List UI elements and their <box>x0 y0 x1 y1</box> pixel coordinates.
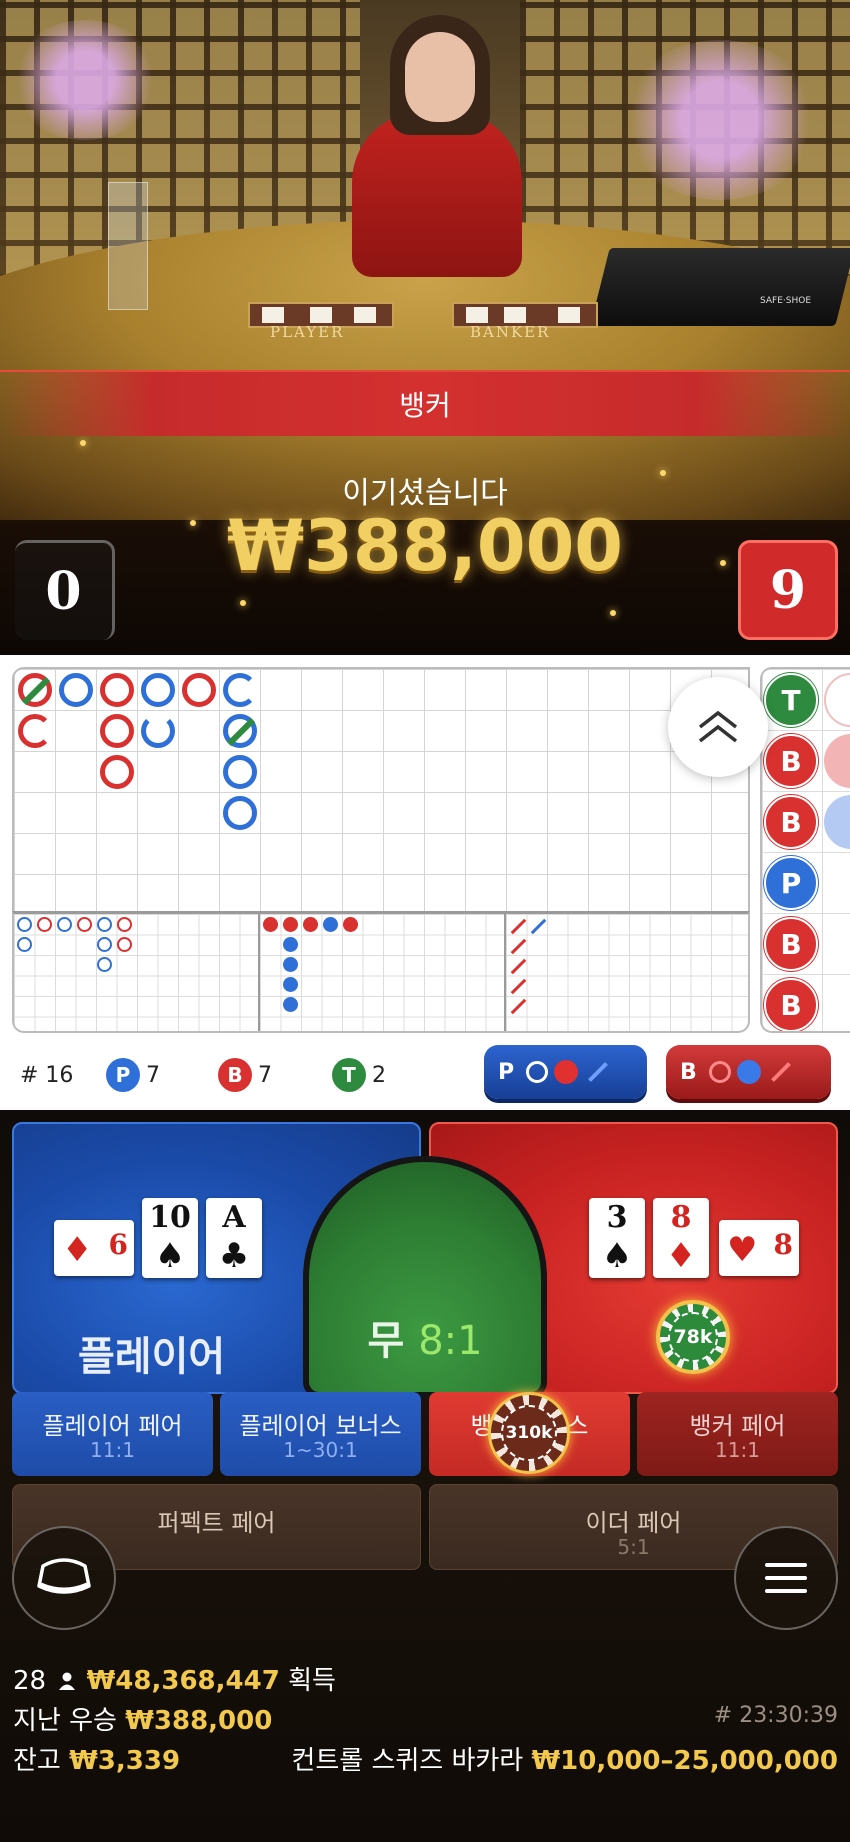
table-player-label: PLAYER <box>270 323 345 341</box>
tie-bet-label: 무 <box>367 1318 405 1364</box>
player-card-1: 10 ♠ <box>142 1198 198 1278</box>
bead-3: P <box>764 856 818 910</box>
bead-road[interactable]: T B B P B B <box>760 667 850 1033</box>
balance-info: 잔고 ₩3,339 <box>13 1746 181 1776</box>
player-bonus-bet[interactable]: 플레이어 보너스 1~30:1 <box>220 1392 421 1476</box>
live-video: SAFE·SHOE PLAYER BANKER 뱅커 이기셨습니다 ₩388,0… <box>0 0 850 655</box>
table-banker-label: BANKER <box>470 323 551 341</box>
hamburger-menu-icon <box>765 1563 807 1593</box>
blossom-branch <box>10 20 160 140</box>
user-icon <box>59 1672 76 1690</box>
balance-amount: ₩3,339 <box>69 1746 181 1776</box>
player-score: 0 <box>15 540 115 640</box>
players-info: 28 ₩48,368,447 획득 <box>13 1660 336 1697</box>
banker-chip: 78k <box>656 1300 730 1374</box>
big-road[interactable] <box>12 667 750 913</box>
blossom-branch <box>620 40 820 200</box>
side-bet-chip: 310k <box>488 1392 570 1474</box>
round-id: # 23:30:39 <box>713 1703 838 1728</box>
player-count: 28 <box>13 1666 47 1696</box>
slash-icon <box>588 1062 609 1082</box>
banker-pair-bet[interactable]: 뱅커 페어 11:1 <box>637 1392 838 1476</box>
derived-roads[interactable] <box>12 911 750 1033</box>
player-ask-button[interactable]: P <box>484 1045 647 1099</box>
banker-card-1: 8 ♦ <box>653 1198 709 1278</box>
menu-button[interactable] <box>734 1526 838 1630</box>
collapse-roadmap-button[interactable] <box>668 677 768 777</box>
banker-ask-button[interactable]: B <box>666 1045 831 1099</box>
dealer <box>352 112 522 277</box>
bead-1: B <box>764 734 818 788</box>
banker-card-2: 8 ♥ <box>719 1220 799 1276</box>
banker-count: B 7 <box>218 1058 272 1092</box>
shoe-logo: SAFE·SHOE <box>760 296 812 306</box>
bead-5: B <box>764 978 818 1031</box>
banker-card-0: 3 ♠ <box>589 1198 645 1278</box>
dot-icon <box>736 1060 761 1084</box>
win-amount: ₩388,000 <box>226 505 624 587</box>
round-count: # 16 <box>20 1062 74 1088</box>
tie-odds: 8:1 <box>418 1318 483 1364</box>
slash-icon <box>770 1062 791 1082</box>
big-road-player <box>59 673 93 707</box>
roadmap-panel: T B B P B B # 16 P 7 B 7 T 2 P B <box>0 655 850 1110</box>
result-label: 뱅커 <box>399 389 451 422</box>
result-banner: 뱅커 <box>0 370 850 436</box>
bead-0: T <box>764 673 818 727</box>
player-pair-bet[interactable]: 플레이어 페어 11:1 <box>12 1392 213 1476</box>
game-name: 컨트롤 스퀴즈 바카라 <box>291 1746 524 1776</box>
player-count: P 7 <box>106 1058 160 1092</box>
player-bet-label: 플레이어 <box>78 1334 226 1380</box>
player-card-2: A ♣ <box>206 1198 262 1278</box>
dot-icon <box>554 1060 579 1084</box>
won-suffix: 획득 <box>288 1666 336 1696</box>
ring-icon <box>708 1061 731 1083</box>
total-won: ₩48,368,447 <box>86 1666 280 1696</box>
bet-limits: ₩10,000–25,000,000 <box>531 1746 839 1776</box>
ring-icon <box>526 1061 549 1083</box>
lobby-button[interactable] <box>12 1526 116 1630</box>
tie-count: T 2 <box>332 1058 386 1092</box>
tie-bet-spot[interactable]: 무 8:1 <box>303 1156 547 1398</box>
table-info: 컨트롤 스퀴즈 바카라 ₩10,000–25,000,000 <box>291 1740 838 1777</box>
discard-holder <box>108 182 148 310</box>
card-shoe <box>590 248 850 326</box>
bead-4: B <box>764 917 818 971</box>
last-win-amount: ₩388,000 <box>125 1706 273 1736</box>
player-card-0: 6 ♦ <box>54 1220 134 1276</box>
double-chevron-up-icon <box>698 710 738 743</box>
last-win-info: 지난 우승 ₩388,000 <box>13 1706 273 1736</box>
banker-score: 9 <box>738 540 838 640</box>
bead-2: B <box>764 795 818 849</box>
lobby-chair-icon <box>37 1558 91 1594</box>
